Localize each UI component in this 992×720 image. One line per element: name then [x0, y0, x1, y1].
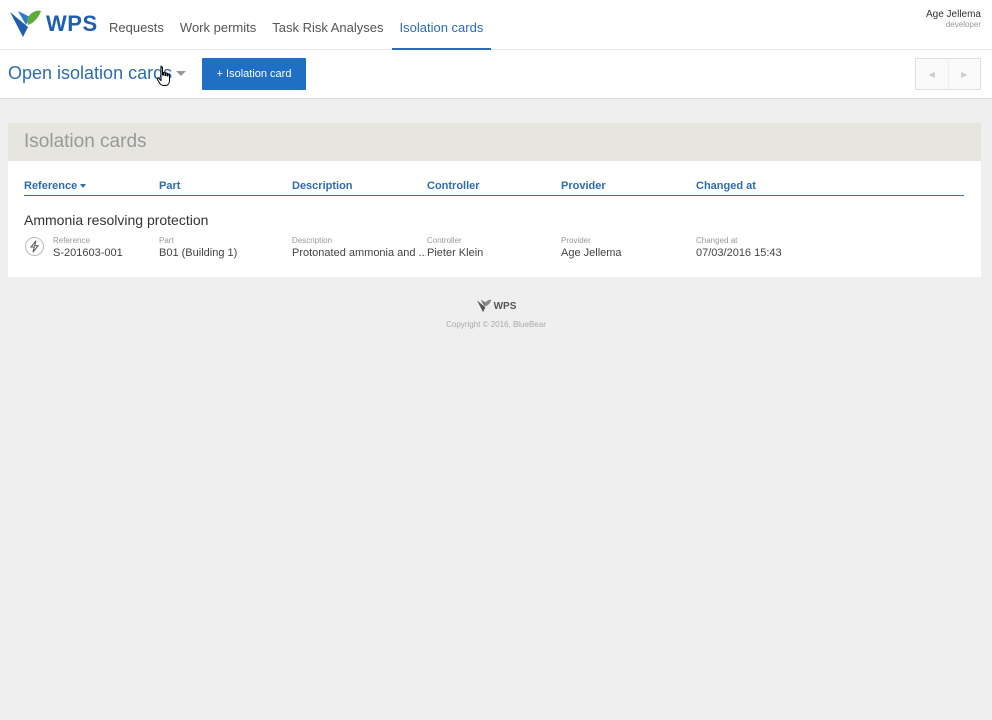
wps-logo-icon: [10, 10, 41, 37]
main-nav: Requests Work permits Task Risk Analyses…: [101, 0, 492, 50]
column-controller[interactable]: Controller: [427, 180, 480, 192]
wps-logo-icon: [476, 299, 492, 313]
hand-cursor-icon: [156, 66, 170, 86]
copyright: Copyright © 2016, BlueBear: [446, 320, 546, 329]
column-label: Reference: [24, 180, 78, 192]
view-title: Open isolation cards: [8, 63, 173, 83]
lightning-glyph: [29, 240, 40, 253]
nav-isolation-cards[interactable]: Isolation cards: [391, 0, 492, 50]
nav-task-risk-analyses[interactable]: Task Risk Analyses: [264, 0, 391, 50]
user-menu[interactable]: Age Jellema developer: [926, 9, 981, 30]
toolbar: Open isolation cards + Isolation card ◀ …: [0, 50, 992, 99]
isolation-cards-panel: Isolation cards Reference Part Descripti…: [8, 123, 981, 277]
table-header: Reference Part Description Controller Pr…: [24, 180, 964, 196]
lightning-icon: [25, 237, 44, 256]
cell-reference: Reference S-201603-001: [53, 236, 153, 260]
previous-page-button[interactable]: ◀: [916, 59, 948, 89]
column-reference[interactable]: Reference: [24, 180, 87, 192]
column-part[interactable]: Part: [159, 180, 180, 192]
cell-controller: Controller Pieter Klein: [427, 236, 555, 260]
cell-value: 07/03/2016 15:43: [696, 247, 782, 259]
cell-value: S-201603-001: [53, 247, 123, 259]
top-navbar: WPS Requests Work permits Task Risk Anal…: [0, 0, 992, 50]
chevron-right-icon: ▶: [961, 69, 968, 79]
column-description[interactable]: Description: [292, 180, 353, 192]
cell-description: Description Protonated ammonia and ...: [292, 236, 426, 260]
user-name: Age Jellema: [925, 9, 981, 20]
cell-part: Part B01 (Building 1): [159, 236, 287, 260]
chevron-down-icon: [176, 71, 187, 76]
cell-label: Changed at: [696, 236, 738, 245]
cell-changed-at: Changed at 07/03/2016 15:43: [696, 236, 824, 260]
cell-value: Age Jellema: [561, 247, 622, 259]
cell-value: Pieter Klein: [427, 247, 484, 259]
footer-logo: WPS: [0, 298, 992, 314]
column-provider[interactable]: Provider: [561, 180, 606, 192]
cell-provider: Provider Age Jellema: [561, 236, 689, 260]
cell-label: Description: [292, 236, 333, 245]
cell-value: Protonated ammonia and ...: [292, 247, 426, 259]
nav-requests[interactable]: Requests: [101, 0, 172, 50]
cell-label: Provider: [561, 236, 591, 245]
cell-label: Reference: [53, 236, 90, 245]
user-role: developer: [945, 20, 981, 29]
next-page-button[interactable]: ▶: [947, 59, 981, 89]
wps-logo[interactable]: WPS: [8, 6, 98, 42]
logo-text: WPS: [46, 11, 98, 36]
footer-logo-text: WPS: [493, 300, 517, 312]
column-changed-at[interactable]: Changed at: [696, 180, 756, 192]
cell-label: Part: [159, 236, 174, 245]
cell-label: Controller: [427, 236, 462, 245]
panel-title: Isolation cards: [8, 123, 981, 161]
chevron-left-icon: ◀: [928, 69, 935, 79]
footer: WPS Copyright © 2016, BlueBear: [0, 298, 992, 329]
pager: ◀ ▶: [915, 58, 981, 90]
row-title[interactable]: Ammonia resolving protection: [24, 212, 208, 228]
sort-caret-icon: [80, 184, 87, 189]
nav-work-permits[interactable]: Work permits: [172, 0, 264, 50]
cell-value: B01 (Building 1): [159, 247, 238, 259]
add-isolation-card-button[interactable]: + Isolation card: [202, 58, 306, 90]
